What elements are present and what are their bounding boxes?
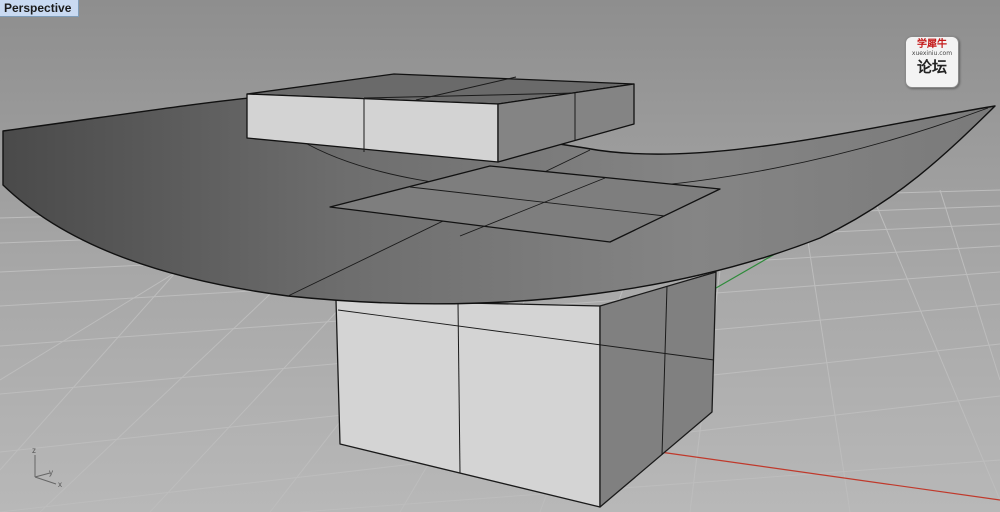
watermark-top-text: 学犀牛 bbox=[917, 39, 947, 50]
axis-widget-z-label: z bbox=[32, 446, 36, 455]
axis-widget-x-label: x bbox=[58, 480, 62, 489]
axis-widget-y-label: y bbox=[49, 468, 53, 477]
watermark-url-text: xuexiniu.com bbox=[911, 50, 953, 57]
viewport-title-tab[interactable]: Perspective bbox=[0, 0, 80, 17]
perspective-viewport[interactable]: z y x Perspective 学犀牛 xuexiniu.com 论坛 bbox=[0, 0, 1000, 512]
viewport-scene[interactable]: z y x bbox=[0, 0, 1000, 512]
forum-watermark-logo: 学犀牛 xuexiniu.com 论坛 bbox=[905, 36, 959, 88]
watermark-main-text: 论坛 bbox=[916, 58, 947, 76]
